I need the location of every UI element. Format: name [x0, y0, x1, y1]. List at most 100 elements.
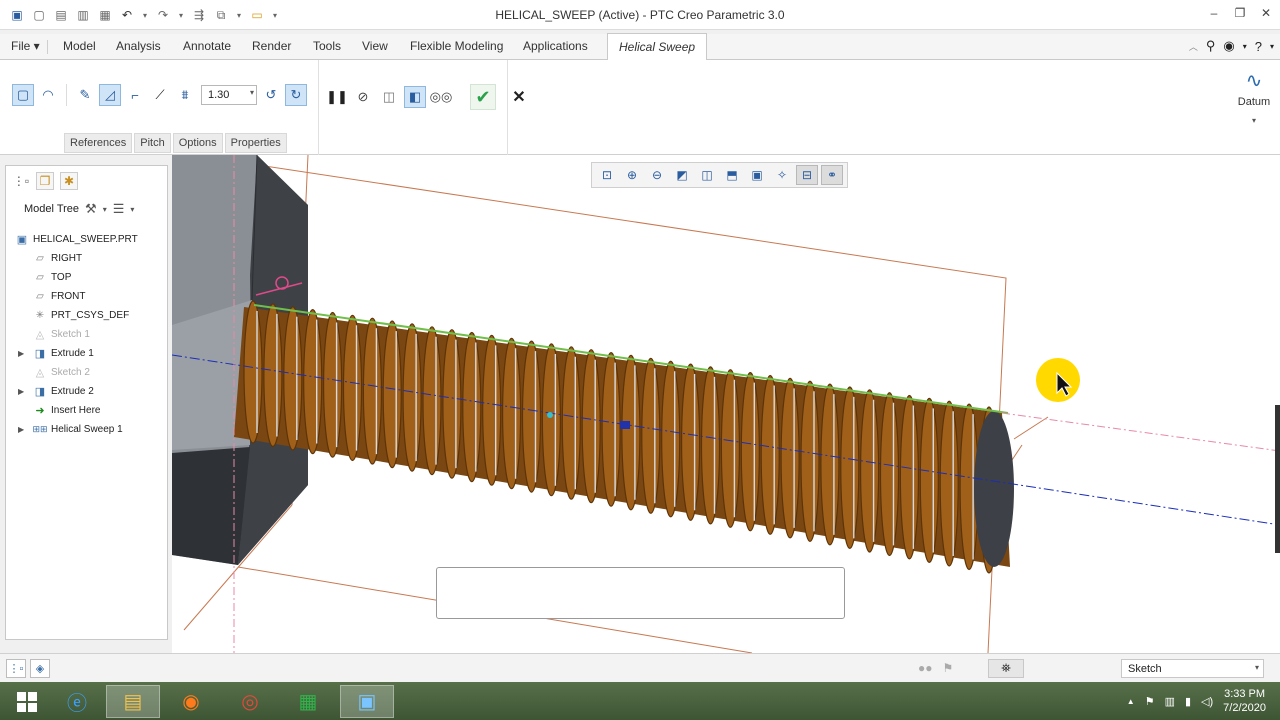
tab-flexible-modeling[interactable]: Flexible Modeling: [410, 39, 503, 53]
slide-up-tabs: References Pitch Options Properties: [64, 133, 287, 153]
minimize-icon[interactable]: –: [1208, 6, 1220, 20]
status-left-toggles: ⋮▫ ◈: [6, 659, 50, 678]
community-dropdown-icon[interactable]: ▾: [1243, 42, 1247, 51]
surface-icon[interactable]: ◠: [37, 84, 59, 106]
display-style-icon[interactable]: ◫: [696, 165, 718, 185]
tool-separator: [66, 84, 67, 106]
right-handed-icon[interactable]: ↻: [285, 84, 307, 106]
pause-icon[interactable]: ❚❚: [326, 86, 348, 108]
internet-explorer-icon[interactable]: ⓔ: [50, 685, 104, 718]
references-tab[interactable]: References: [64, 133, 133, 153]
zoom-in-icon[interactable]: ⊕: [621, 165, 643, 185]
find-icon[interactable]: ⛯: [988, 659, 1024, 678]
tree-item-top[interactable]: ▱ TOP: [6, 268, 167, 287]
sketch-section-icon[interactable]: ✎: [74, 84, 96, 106]
start-button-icon[interactable]: [0, 685, 54, 718]
tab-view[interactable]: View: [362, 39, 388, 53]
search-icon[interactable]: ⚲: [1206, 38, 1216, 54]
restore-icon[interactable]: ❐: [1234, 6, 1246, 20]
tree-item-helical-sweep[interactable]: ▶ ⊞⊞ Helical Sweep 1: [6, 420, 167, 439]
no-preview-icon[interactable]: ⊘: [352, 86, 374, 108]
view-manager-icon[interactable]: ▣: [746, 165, 768, 185]
verify-icon[interactable]: ◎◎: [430, 86, 453, 108]
file-explorer-icon[interactable]: ▤: [106, 685, 160, 718]
graphics-window[interactable]: ⊡ ⊕ ⊖ ◩ ◫ ⬒ ▣ ✧ ⊟ ⚭: [172, 155, 1280, 653]
tab-helical-sweep[interactable]: Helical Sweep: [607, 33, 708, 60]
datum-group[interactable]: ∿ Datum ▾: [1230, 68, 1278, 125]
tree-item-csys[interactable]: ✳ PRT_CSYS_DEF: [6, 306, 167, 325]
tab-file[interactable]: File ▾: [11, 39, 40, 53]
tree-item-extrude-1[interactable]: ▶ ◨ Extrude 1: [6, 344, 167, 363]
settings-dropdown-icon[interactable]: ▾: [103, 205, 107, 214]
folder-browser-icon[interactable]: ❐: [36, 172, 54, 190]
firefox-icon[interactable]: ◉: [164, 685, 218, 718]
tab-applications[interactable]: Applications: [523, 39, 588, 53]
tab-tools[interactable]: Tools: [313, 39, 341, 53]
creo-app-icon[interactable]: ▣: [340, 685, 394, 718]
show-dropdown-icon[interactable]: ▾: [130, 205, 134, 214]
spin-center-icon[interactable]: ⚭: [821, 165, 843, 185]
expand-icon[interactable]: ▶: [18, 425, 24, 434]
expand-icon[interactable]: ▶: [18, 387, 24, 396]
browser-toggle-icon[interactable]: ◈: [30, 659, 50, 678]
tree-item-sketch-2[interactable]: ◬ Sketch 2: [6, 363, 167, 382]
zoom-out-icon[interactable]: ⊖: [646, 165, 668, 185]
model-tree-tab-icon[interactable]: ⋮▫: [12, 172, 30, 190]
tree-item-extrude-2[interactable]: ▶ ◨ Extrude 2: [6, 382, 167, 401]
community-icon[interactable]: ◉: [1223, 38, 1234, 54]
datum-display-icon[interactable]: ✧: [771, 165, 793, 185]
signal-icon[interactable]: ▮: [1185, 695, 1191, 708]
detached-preview-icon[interactable]: ◧: [404, 86, 426, 108]
tab-annotate[interactable]: Annotate: [183, 39, 231, 53]
tree-item-part[interactable]: ▣ HELICAL_SWEEP.PRT: [6, 230, 167, 249]
volume-icon[interactable]: ◁): [1201, 695, 1213, 708]
network-icon[interactable]: ▥: [1165, 695, 1175, 708]
tree-item-sketch-1[interactable]: ◬ Sketch 1: [6, 325, 167, 344]
selection-filter[interactable]: Sketch ▾: [1121, 659, 1264, 678]
thicken-icon[interactable]: ⌐: [124, 84, 146, 106]
tree-item-label: Extrude 2: [51, 386, 94, 397]
datum-dropdown-icon[interactable]: ▾: [1230, 116, 1278, 125]
thread-ridge: [820, 383, 840, 546]
show-icon[interactable]: ☰: [113, 201, 125, 217]
pitch-tab[interactable]: Pitch: [134, 133, 171, 153]
navigator-toggle-icon[interactable]: ⋮▫: [6, 659, 26, 678]
chevron-down-icon[interactable]: ▾: [250, 88, 254, 97]
datum-curve-icon[interactable]: ∿: [1230, 68, 1278, 96]
pitch-icon[interactable]: ⟋: [149, 84, 171, 106]
attached-preview-icon[interactable]: ◫: [378, 86, 400, 108]
close-icon[interactable]: ✕: [1260, 6, 1272, 20]
tray-expand-icon[interactable]: ▲: [1127, 697, 1135, 706]
pitch-input[interactable]: 1.30 ▾: [201, 85, 257, 105]
tab-render[interactable]: Render: [252, 39, 291, 53]
chevron-down-icon[interactable]: ▾: [1255, 663, 1259, 672]
chrome-icon[interactable]: ◎: [223, 685, 277, 718]
flag-icon[interactable]: ⚑: [943, 661, 954, 675]
left-handed-icon[interactable]: ↺: [260, 84, 282, 106]
remove-material-icon[interactable]: ◿: [99, 84, 121, 106]
solid-icon[interactable]: ▢: [12, 84, 34, 106]
shank-end-face: [974, 411, 1014, 567]
tree-item-insert-here[interactable]: ➜ Insert Here: [6, 401, 167, 420]
store-icon[interactable]: ▦: [281, 685, 335, 718]
repaint-icon[interactable]: ◩: [671, 165, 693, 185]
tab-model[interactable]: Model: [63, 39, 96, 53]
saved-orientations-icon[interactable]: ⬒: [721, 165, 743, 185]
help-icon[interactable]: ?: [1255, 39, 1262, 54]
expand-icon[interactable]: ▶: [18, 349, 24, 358]
ok-check-icon[interactable]: ✔: [470, 84, 496, 110]
flag-tray-icon[interactable]: ⚑: [1145, 695, 1155, 708]
properties-tab[interactable]: Properties: [224, 133, 287, 153]
help-dropdown-icon[interactable]: ▾: [1270, 42, 1274, 51]
options-tab[interactable]: Options: [172, 133, 223, 153]
minimize-ribbon-icon[interactable]: ︿: [1189, 40, 1198, 53]
clock[interactable]: 3:33 PM 7/2/2020: [1223, 687, 1266, 715]
settings-icon[interactable]: ⚒: [85, 201, 97, 217]
cancel-icon[interactable]: ✕: [508, 87, 530, 107]
tree-item-front[interactable]: ▱ FRONT: [6, 287, 167, 306]
annotation-display-icon[interactable]: ⊟: [796, 165, 818, 185]
favorites-icon[interactable]: ✱: [60, 172, 78, 190]
tab-analysis[interactable]: Analysis: [116, 39, 161, 53]
tree-item-right[interactable]: ▱ RIGHT: [6, 249, 167, 268]
refit-icon[interactable]: ⊡: [596, 165, 618, 185]
